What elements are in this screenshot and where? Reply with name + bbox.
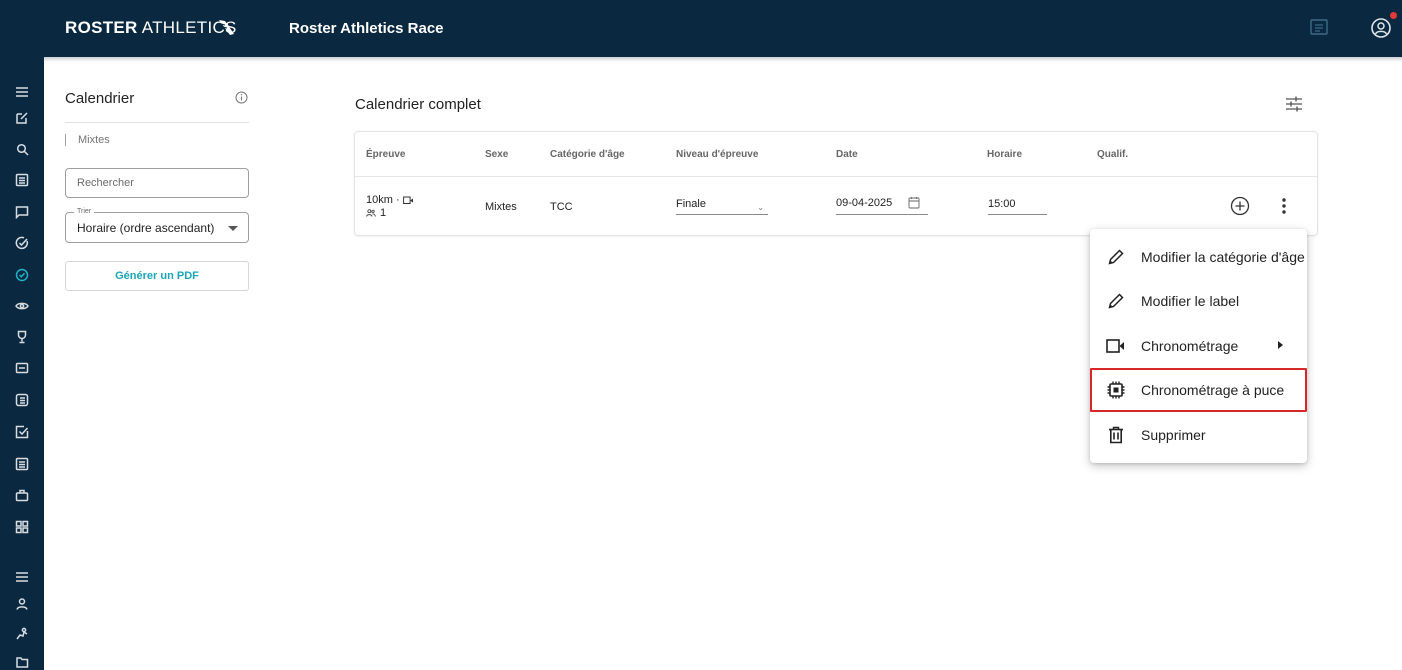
video-camera-icon [402, 196, 413, 204]
app-title: Roster Athletics Race [289, 20, 444, 37]
menu-item-label: Supprimer [1141, 427, 1206, 443]
header-shadow [44, 57, 1402, 62]
trash-icon [1106, 425, 1126, 445]
menu-icon[interactable] [13, 568, 31, 586]
dropdown-arrow-icon: ⌄ [757, 203, 764, 212]
app-logo[interactable]: ROSTER ATHLETICS [65, 18, 237, 38]
category-cell: TCC [550, 201, 573, 213]
search-input[interactable] [65, 168, 249, 198]
chip-icon [1106, 380, 1126, 400]
divider [65, 122, 249, 123]
niveau-value: Finale [676, 198, 706, 210]
side-rail [0, 57, 44, 670]
calendar-panel-title: Calendrier [65, 90, 135, 107]
tune-filter-icon[interactable] [1285, 95, 1303, 113]
video-camera-icon [1106, 336, 1126, 356]
menu-item-delete[interactable]: Supprimer [1090, 413, 1307, 457]
menu-item-label: Modifier la catégorie d'âge [1141, 249, 1305, 265]
message-icon[interactable] [13, 203, 31, 221]
sexe-cell: Mixtes [485, 201, 517, 213]
filter-label[interactable]: Mixtes [65, 134, 110, 146]
participants-count: 1 [366, 207, 386, 219]
column-header-niveau: Niveau d'épreuve [676, 149, 759, 160]
trophy-icon[interactable] [13, 328, 31, 346]
submenu-arrow-icon [1278, 341, 1283, 349]
info-icon[interactable] [235, 91, 248, 104]
timer-icon[interactable] [13, 266, 31, 284]
calendar-icon[interactable] [908, 196, 920, 209]
person-icon[interactable] [13, 595, 31, 613]
edit-icon[interactable] [13, 109, 31, 127]
context-menu: Modifier la catégorie d'âge Modifier le … [1090, 229, 1307, 463]
participants-number: 1 [380, 207, 387, 219]
checkbox-icon[interactable] [13, 423, 31, 441]
menu-item-modify-label[interactable]: Modifier le label [1090, 279, 1307, 323]
menu-icon[interactable] [13, 83, 31, 101]
notification-dot [1390, 12, 1397, 19]
column-header-categorie: Catégorie d'âge [550, 149, 625, 160]
sort-legend: Trier [74, 208, 95, 216]
check-circle-icon[interactable] [13, 234, 31, 252]
logo-feather-icon [219, 20, 234, 35]
divider [355, 176, 1317, 177]
bag-icon[interactable] [13, 486, 31, 504]
chat-icon[interactable] [1309, 18, 1329, 38]
pencil-icon [1106, 291, 1126, 311]
menu-item-label: Modifier le label [1141, 293, 1240, 309]
add-circle-icon[interactable] [1230, 196, 1250, 216]
date-field[interactable]: 09-04-2025 [836, 197, 928, 215]
menu-item-modify-age-category[interactable]: Modifier la catégorie d'âge [1090, 235, 1307, 279]
document-icon[interactable] [13, 455, 31, 473]
time-field[interactable]: 15:00 [988, 198, 1047, 215]
menu-item-label: Chronométrage à puce [1141, 382, 1285, 398]
list-box-icon[interactable] [13, 391, 31, 409]
events-table [354, 131, 1318, 236]
generate-pdf-button[interactable]: Générer un PDF [65, 261, 249, 291]
date-value: 09-04-2025 [836, 197, 893, 209]
more-vertical-icon[interactable] [1278, 197, 1290, 215]
list-icon[interactable] [13, 171, 31, 189]
column-header-date: Date [836, 149, 858, 160]
column-header-epreuve: Épreuve [366, 149, 406, 160]
column-header-qualif: Qualif. [1097, 149, 1129, 160]
page-title: Calendrier complet [355, 96, 481, 113]
bib-icon[interactable] [13, 359, 31, 377]
user-circle-icon[interactable] [1370, 17, 1392, 39]
sort-select[interactable]: Trier Horaire (ordre ascendant) [65, 208, 249, 243]
pencil-icon [1106, 247, 1126, 267]
folders-icon[interactable] [13, 653, 31, 670]
top-header: ROSTER ATHLETICS Roster Athletics Race [0, 0, 1402, 57]
sort-value: Horaire (ordre ascendant) [77, 221, 215, 235]
search-icon[interactable] [13, 140, 31, 158]
people-icon [366, 209, 376, 217]
runner-icon[interactable] [13, 625, 31, 643]
menu-item-timing[interactable]: Chronométrage [1090, 324, 1307, 368]
column-header-sexe: Sexe [485, 149, 509, 160]
grid-icon[interactable] [13, 518, 31, 536]
niveau-select[interactable]: Finale ⌄ [676, 198, 768, 215]
eye-icon[interactable] [13, 297, 31, 315]
caret-down-icon [228, 226, 238, 231]
event-name-text: 10km · [366, 194, 400, 206]
column-header-horaire: Horaire [987, 149, 1023, 160]
menu-item-chip-timing[interactable]: Chronométrage à puce [1090, 368, 1307, 412]
event-name[interactable]: 10km · [366, 194, 414, 206]
menu-item-label: Chronométrage [1141, 338, 1239, 354]
